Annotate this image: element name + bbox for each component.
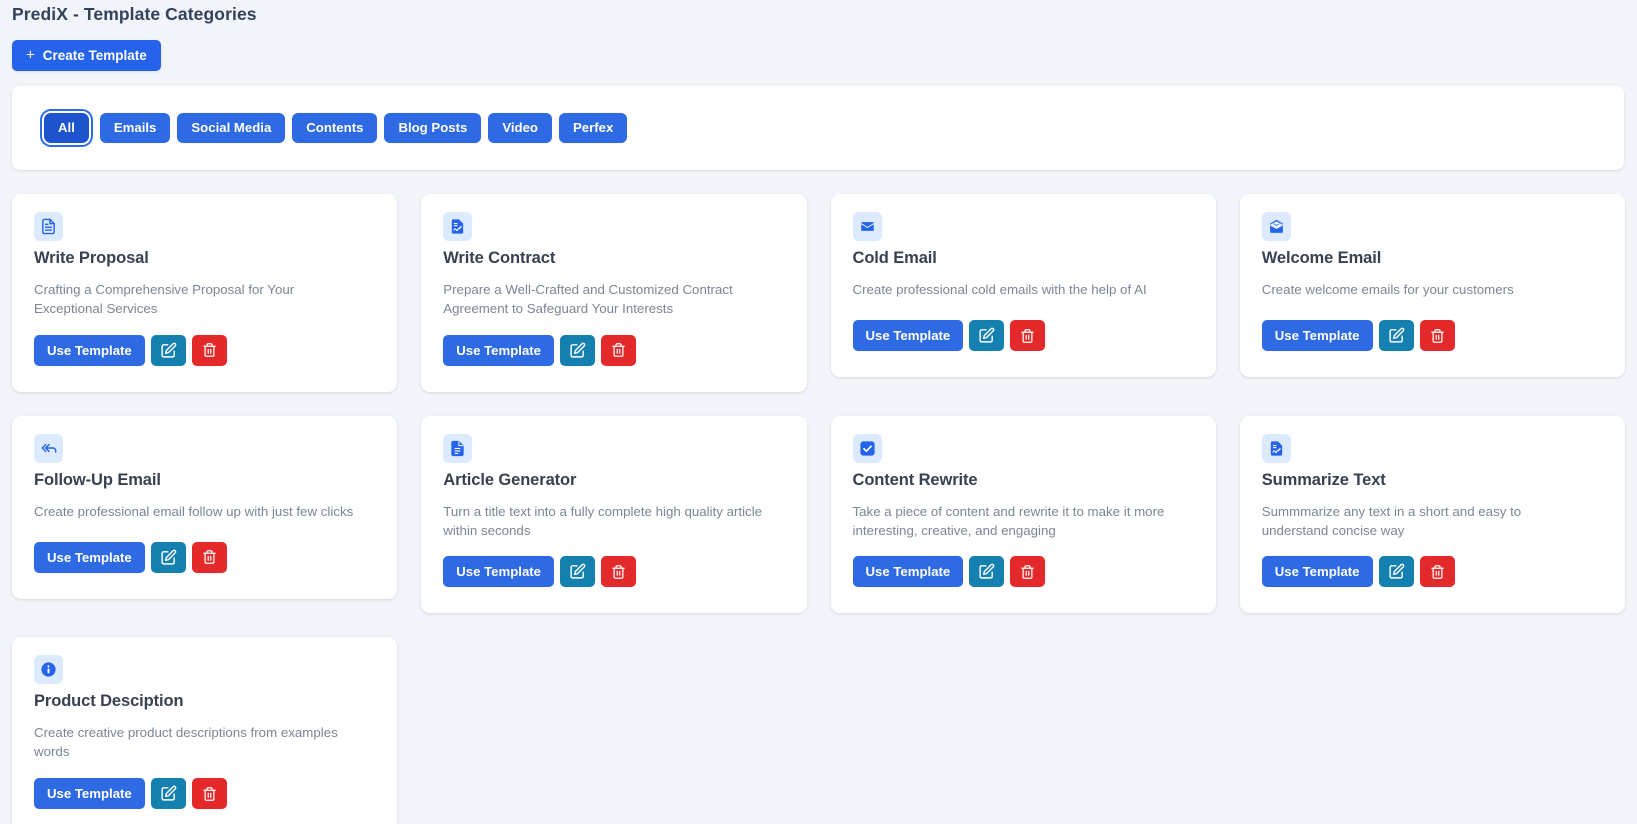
template-actions: Use Template [1261,556,1603,588]
use-template-button[interactable]: Use Template [852,556,964,588]
template-actions: Use Template [852,556,1194,588]
template-card-cell: Summarize Text Summmarize any text in a s… [1228,412,1637,634]
category-chip-social-media[interactable]: Social Media [177,113,286,143]
template-card: Write Proposal Crafting a Comprehensive P… [12,194,398,392]
delete-template-button[interactable] [191,541,227,573]
edit-template-button[interactable] [969,320,1005,351]
template-card: Follow-Up Email Create professional email… [12,415,398,599]
use-template-button[interactable]: Use Template [34,334,145,366]
category-chip-blog-posts[interactable]: Blog Posts [384,113,482,143]
delete-template-button[interactable] [1419,556,1455,588]
document-text-icon [34,212,63,241]
template-description: Create welcome emails for your customers [1261,281,1514,297]
template-description: Create professional email follow up with… [34,503,354,519]
template-description: Create creative product descriptions fro… [34,725,338,760]
template-actions: Use Template [34,334,375,366]
template-title: Cold Email [852,249,937,267]
use-template-button[interactable]: Use Template [443,556,555,588]
edit-template-button[interactable] [560,556,596,588]
template-title: Follow-Up Email [34,470,161,489]
delete-template-button[interactable] [191,334,227,366]
info-circle-icon [34,655,63,685]
template-card-cell: Follow-Up Email Create professional email… [0,412,409,634]
template-card-cell: Write Proposal Crafting a Comprehensive P… [0,190,409,412]
template-description: Summmarize any text in a short and easy … [1261,503,1522,538]
category-filter-panel: All Emails Social Media Contents Blog Posts V… [12,86,1624,170]
template-title: Write Contract [443,249,556,267]
envelope-icon [852,212,882,241]
category-chip-video[interactable]: Video [488,113,552,143]
category-chip-all[interactable]: All [44,113,89,143]
category-chip-perfex[interactable]: Perfex [558,113,628,143]
edit-template-button[interactable] [150,778,186,810]
template-card-grid: Write Proposal Crafting a Comprehensive P… [0,190,1637,824]
template-card: Article Generator Turn a title text into … [421,415,807,614]
template-description: Take a piece of content and rewrite it t… [852,503,1165,538]
delete-template-button[interactable] [1419,320,1455,351]
edit-template-button[interactable] [150,541,186,573]
use-template-button[interactable]: Use Template [1261,320,1373,351]
template-card: Cold Email Create professional cold email… [830,194,1216,377]
document-signature-icon [443,212,473,241]
page-title: PrediX - Template Categories [12,4,257,24]
template-card-cell: Welcome Email Create welcome emails for y… [1228,190,1637,412]
template-actions: Use Template [34,778,375,810]
use-template-button[interactable]: Use Template [1261,556,1373,588]
category-chip-contents[interactable]: Contents [292,113,378,143]
template-description: Create professional cold emails with the… [852,281,1147,297]
template-description: Turn a title text into a fully complete … [443,503,763,538]
document-signature-icon [1261,433,1291,463]
delete-template-button[interactable] [601,556,637,588]
template-card-cell: Content Rewrite Take a piece of content a… [819,412,1228,634]
check-square-icon [852,433,882,463]
edit-template-button[interactable] [150,334,186,366]
use-template-button[interactable]: Use Template [443,334,555,366]
mail-open-icon [1261,212,1291,241]
template-actions: Use Template [443,334,784,366]
template-card: Product Desciption Create creative produc… [12,637,398,824]
edit-template-button[interactable] [1378,556,1414,588]
template-actions: Use Template [1261,320,1603,351]
use-template-button[interactable]: Use Template [34,778,145,810]
category-chip-emails[interactable]: Emails [99,113,171,143]
template-card-cell: Product Desciption Create creative produc… [0,633,409,824]
delete-template-button[interactable] [191,778,227,810]
template-card: Write Contract Prepare a Well-Crafted and… [421,194,807,392]
create-template-label: Create Template [42,48,147,63]
template-title: Summarize Text [1261,470,1386,489]
template-title: Content Rewrite [852,470,978,489]
edit-template-button[interactable] [1378,320,1414,351]
template-card-cell: Article Generator Turn a title text into … [409,412,818,634]
delete-template-button[interactable] [1010,320,1046,351]
document-lines-icon [443,433,473,463]
edit-template-button[interactable] [969,556,1005,588]
template-title: Product Desciption [34,692,184,711]
reply-all-icon [34,433,63,463]
template-actions: Use Template [34,541,375,573]
template-actions: Use Template [852,320,1194,351]
template-title: Welcome Email [1261,249,1382,267]
template-title: Article Generator [443,470,577,489]
delete-template-button[interactable] [601,334,637,366]
template-description: Prepare a Well-Crafted and Customized Co… [443,281,733,316]
template-title: Write Proposal [34,249,149,267]
template-categories-page: PrediX - Template Categories + Create Te… [0,0,1637,824]
create-template-button[interactable]: + Create Template [12,40,161,71]
template-card: Content Rewrite Take a piece of content a… [830,415,1216,614]
use-template-button[interactable]: Use Template [852,320,964,351]
template-actions: Use Template [443,556,784,588]
use-template-button[interactable]: Use Template [34,541,145,573]
plus-icon: + [26,46,35,64]
template-description: Crafting a Comprehensive Proposal for Yo… [34,281,295,316]
template-card: Summarize Text Summmarize any text in a s… [1239,415,1625,614]
category-chip-list: All Emails Social Media Contents Blog Posts V… [40,113,628,143]
template-card: Welcome Email Create welcome emails for y… [1239,194,1625,377]
delete-template-button[interactable] [1010,556,1046,588]
template-card-cell: Write Contract Prepare a Well-Crafted and… [409,190,818,412]
template-card-cell: Cold Email Create professional cold email… [819,190,1228,412]
edit-template-button[interactable] [560,334,596,366]
